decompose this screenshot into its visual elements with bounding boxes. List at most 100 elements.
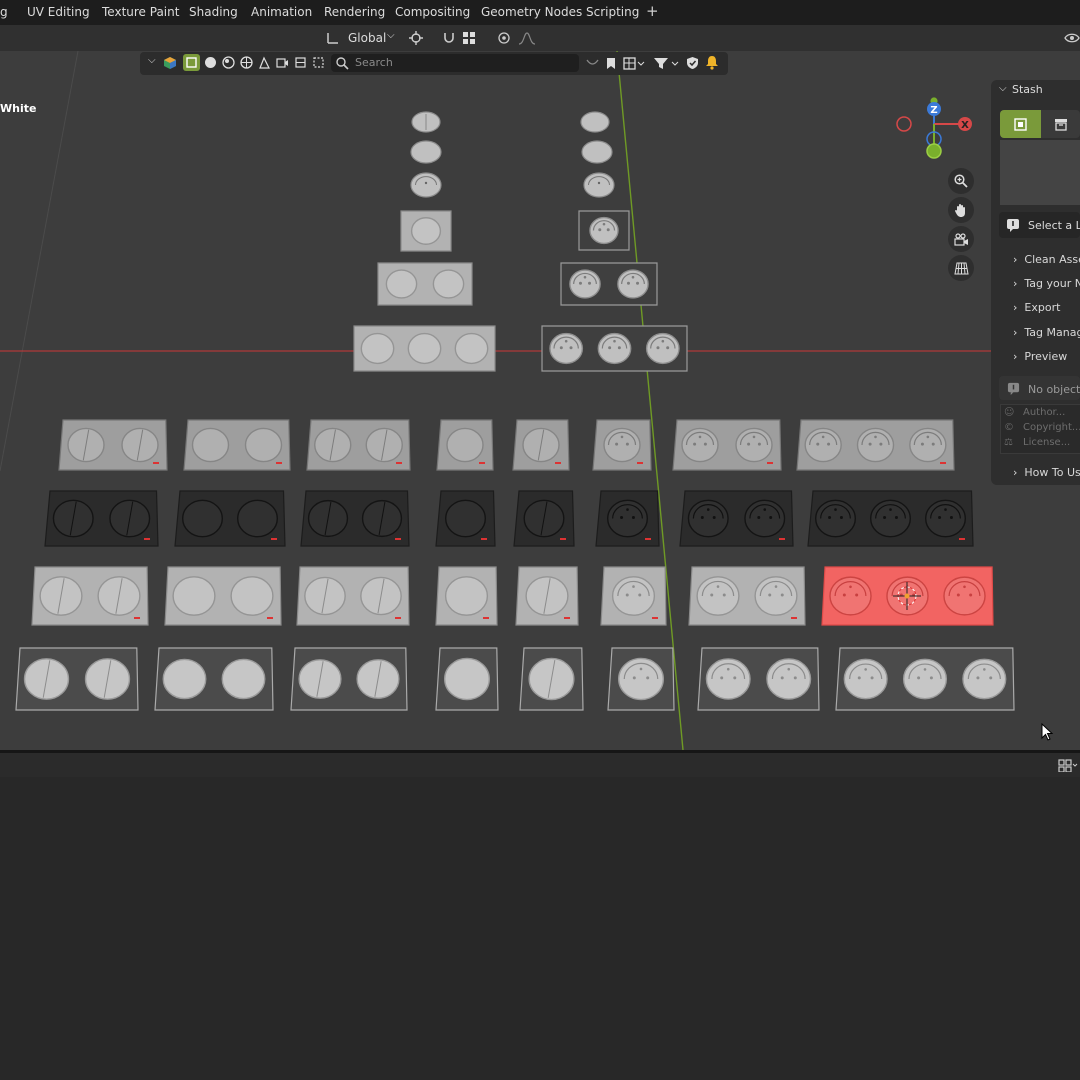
tab-scripting[interactable]: Scripting [586, 5, 639, 19]
clear-search-icon[interactable] [584, 55, 600, 71]
section-preview[interactable]: › Preview [1013, 350, 1067, 363]
archive-icon[interactable] [1041, 110, 1080, 138]
tab-geometry-nodes[interactable]: Geometry Nodes [481, 5, 582, 19]
info-icon [1004, 216, 1022, 234]
socket-plate [515, 566, 579, 626]
asset-view-icon[interactable] [1000, 110, 1041, 138]
camera-icon[interactable] [948, 226, 974, 252]
bookmark-icon[interactable] [604, 55, 618, 71]
chevron-down-icon[interactable]: ⌵ [387, 30, 395, 41]
render-shading-icon[interactable] [238, 54, 255, 71]
pivot-icon[interactable] [407, 29, 425, 47]
collapse-chevron-icon[interactable]: ⌵ [148, 55, 156, 66]
orientation-dropdown[interactable]: Global [348, 31, 386, 45]
empty-filter-icon[interactable] [310, 54, 327, 71]
hand-icon[interactable] [948, 197, 974, 223]
socket-plate [513, 490, 575, 547]
panel-collapse-icon[interactable]: ⌵ [999, 83, 1007, 94]
tab-shading[interactable]: Shading [189, 5, 238, 19]
socket-plate [672, 419, 782, 471]
navigation-gizmo[interactable]: Z X [890, 89, 980, 169]
light-filter-icon[interactable] [292, 54, 309, 71]
tab-texture-paint[interactable]: Texture Paint [102, 5, 179, 19]
layout-icon[interactable] [622, 55, 646, 71]
socket [617, 269, 649, 299]
3d-viewport[interactable]: ⌵ Search White Z X ⌵ Stash Select a Li ›… [0, 51, 1080, 750]
zoom-icon[interactable] [948, 168, 974, 194]
shield-check-icon[interactable] [684, 55, 700, 71]
socket-plate [541, 325, 688, 372]
tab-layout[interactable]: g [0, 5, 8, 19]
bottom-editor-area[interactable] [0, 777, 1080, 1080]
snap-icon[interactable] [440, 29, 458, 47]
notification-bell-icon[interactable] [703, 54, 720, 71]
editor-type-icon[interactable] [1057, 757, 1079, 773]
socket-plate [435, 647, 499, 711]
section-clean-assets[interactable]: › Clean Asse [1013, 253, 1080, 266]
mesh-filter-icon[interactable] [256, 54, 273, 71]
socket-plate [796, 419, 955, 471]
socket [611, 576, 656, 616]
material-shading-icon[interactable] [220, 54, 237, 71]
socket-cap [583, 172, 615, 198]
section-label: Preview [1024, 350, 1068, 363]
socket [696, 576, 740, 616]
socket [191, 427, 230, 463]
socket [909, 427, 947, 463]
filter-funnel-icon[interactable] [652, 55, 680, 71]
author-field[interactable]: Author... [1023, 407, 1065, 418]
section-label: Tag your N [1024, 277, 1080, 290]
socket [607, 499, 649, 538]
proportional-edit-icon[interactable] [495, 29, 513, 47]
bottom-editor-header [0, 753, 1080, 777]
select-box-icon[interactable] [183, 54, 200, 71]
socket [446, 427, 484, 463]
section-tag-manager[interactable]: › Tag Manag [1013, 326, 1080, 339]
socket-plate [164, 566, 282, 626]
socket [735, 427, 773, 463]
chevron-right-icon: › [1013, 466, 1018, 479]
socket-plate [183, 419, 291, 471]
object-types-icon[interactable] [162, 55, 178, 71]
asset-preview-area[interactable] [1000, 140, 1080, 205]
camera-filter-icon[interactable] [274, 54, 291, 71]
socket [589, 216, 619, 245]
socket-cap [410, 140, 442, 164]
socket [603, 427, 641, 463]
tab-animation[interactable]: Animation [251, 5, 312, 19]
socket-plate [595, 490, 660, 547]
license-field[interactable]: License... [1023, 437, 1070, 448]
tab-rendering[interactable]: Rendering [324, 5, 385, 19]
socket [815, 499, 857, 538]
solid-shading-icon[interactable] [202, 54, 219, 71]
socket-plate [15, 647, 139, 711]
section-how-to-use[interactable]: › How To Us [1013, 466, 1080, 479]
info-icon [1004, 379, 1022, 397]
socket-plate [174, 490, 286, 547]
copyright-field[interactable]: Copyright... [1023, 422, 1080, 433]
tab-compositing[interactable]: Compositing [395, 5, 470, 19]
falloff-icon[interactable] [516, 29, 542, 47]
socket [962, 658, 1007, 700]
grid-perspective-icon[interactable] [948, 255, 974, 281]
license-icon: ⚖ [1004, 437, 1013, 448]
section-label: Export [1024, 301, 1061, 314]
tab-uv-editing[interactable]: UV Editing [27, 5, 90, 19]
socket-plate [688, 566, 806, 626]
socket [705, 658, 751, 700]
add-workspace-button[interactable]: + [646, 2, 659, 20]
socket [385, 269, 418, 299]
stash-title: Stash [1012, 83, 1043, 96]
socket [236, 499, 278, 538]
eye-icon[interactable] [1064, 29, 1080, 47]
snap-grid-icon[interactable] [460, 29, 478, 47]
socket-plate [697, 647, 820, 711]
socket-plate [353, 325, 496, 372]
socket-plate [600, 566, 667, 626]
section-export[interactable]: › Export [1013, 301, 1060, 314]
socket-plate [154, 647, 274, 711]
section-tag-your[interactable]: › Tag your N [1013, 277, 1080, 290]
y-axis-line [616, 51, 684, 750]
socket [162, 658, 207, 700]
socket [645, 332, 680, 365]
